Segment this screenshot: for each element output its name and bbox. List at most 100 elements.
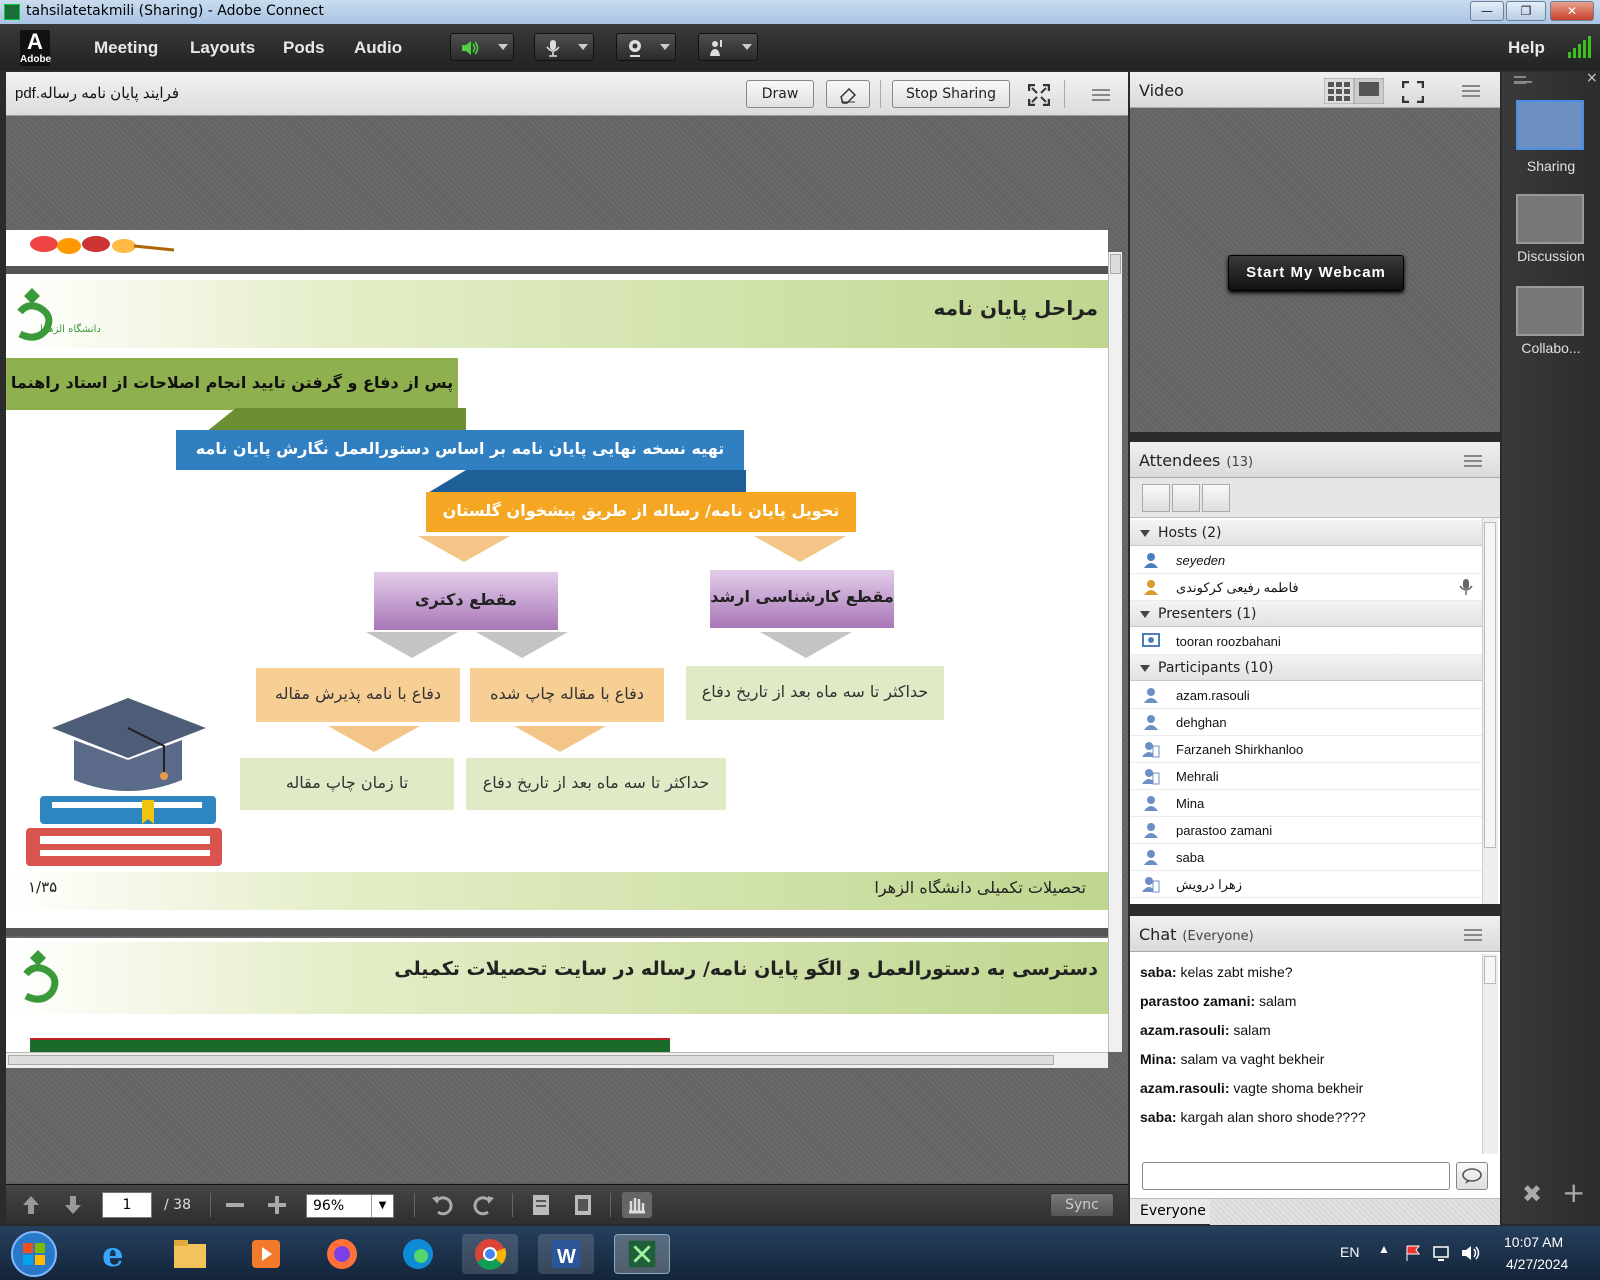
adobe-connect-taskbar-icon[interactable]: [614, 1234, 670, 1274]
video-pod-title: Video: [1139, 81, 1184, 100]
zoom-in-icon[interactable]: [266, 1192, 288, 1218]
rotate-right-icon[interactable]: [472, 1192, 496, 1218]
next-page-icon[interactable]: [62, 1192, 84, 1218]
attendees-pod-header: Attendees (13): [1130, 442, 1500, 478]
sync-button[interactable]: Sync: [1050, 1193, 1114, 1217]
share-vertical-scrollbar[interactable]: [1108, 252, 1122, 1052]
attendee-row[interactable]: زهرا درویش: [1130, 871, 1482, 898]
maximize-button[interactable]: ❐: [1506, 1, 1546, 21]
video-pod-menu-icon[interactable]: [1462, 85, 1480, 97]
camera-button[interactable]: [616, 33, 676, 61]
clock-date[interactable]: 4/27/2024: [1506, 1256, 1568, 1272]
attendee-row[interactable]: dehghan: [1130, 709, 1482, 736]
close-button[interactable]: ✕: [1550, 1, 1594, 21]
chat-scrollbar[interactable]: [1482, 954, 1498, 1154]
clock-time[interactable]: 10:07 AM: [1504, 1234, 1563, 1250]
phd-option2-deadline: حداکثر تا سه ماه بعد از تاریخ دفاع: [466, 758, 726, 810]
share-pod-menu-icon[interactable]: [1092, 89, 1110, 101]
masters-deadline-box: حداکثر تا سه ماه بعد از تاریخ دفاع: [686, 666, 944, 720]
volume-icon[interactable]: [1460, 1244, 1482, 1262]
attendee-row[interactable]: فاطمه رفیعی کرکوندی: [1130, 574, 1482, 601]
network-icon[interactable]: [1432, 1244, 1452, 1262]
slide-current: مراحل پایان نامه دانشگاه الزهرا پس از دف…: [6, 274, 1108, 928]
edge-icon[interactable]: [390, 1234, 446, 1274]
breakout-icon[interactable]: [1172, 484, 1200, 512]
zoom-out-icon[interactable]: [224, 1192, 246, 1218]
host-user-icon: [1144, 580, 1158, 595]
menu-help[interactable]: Help: [1508, 38, 1545, 58]
participant-mobile-icon: [1142, 742, 1160, 758]
tray-expand-icon[interactable]: ▲: [1378, 1242, 1390, 1256]
internet-explorer-icon[interactable]: e: [86, 1234, 142, 1274]
layout-label-discussion[interactable]: Discussion: [1508, 248, 1594, 264]
attendee-row[interactable]: parastoo zamani: [1130, 817, 1482, 844]
fullscreen-icon[interactable]: [1028, 84, 1050, 106]
pointer-button[interactable]: [826, 80, 870, 108]
attendee-row[interactable]: seyeden: [1130, 547, 1482, 574]
slide-footer-text: تحصیلات تکمیلی دانشگاه الزهرا: [874, 878, 1086, 897]
start-webcam-button[interactable]: Start My Webcam: [1228, 255, 1404, 291]
input-language-indicator[interactable]: EN: [1340, 1244, 1359, 1260]
previous-page-icon[interactable]: [20, 1192, 42, 1218]
layout-thumb-sharing[interactable]: [1516, 100, 1584, 150]
menu-meeting[interactable]: Meeting: [94, 38, 158, 58]
file-explorer-icon[interactable]: [162, 1234, 218, 1274]
next-slide-title: دسترسی به دستورالعمل و الگو پایان نامه/ …: [394, 958, 1098, 980]
layout-thumb-collaboration[interactable]: [1516, 286, 1584, 336]
participant-user-icon: [1144, 715, 1158, 730]
attendee-row[interactable]: azam.rasouli: [1130, 682, 1482, 709]
presenters-group-header[interactable]: Presenters (1): [1130, 601, 1482, 627]
stop-sharing-button[interactable]: Stop Sharing: [892, 80, 1010, 108]
menu-pods[interactable]: Pods: [283, 38, 325, 58]
word-icon[interactable]: W: [538, 1234, 594, 1274]
rotate-left-icon[interactable]: [430, 1192, 454, 1218]
fit-width-icon[interactable]: [530, 1192, 552, 1218]
hosts-group-header[interactable]: Hosts (2): [1130, 520, 1482, 546]
chat-send-button[interactable]: [1456, 1162, 1488, 1190]
attendees-scrollbar[interactable]: [1482, 518, 1498, 904]
attendee-row[interactable]: Farzaneh Shirkhanloo: [1130, 736, 1482, 763]
layouts-panel-close-icon[interactable]: ×: [1586, 70, 1598, 86]
share-horizontal-scrollbar[interactable]: [6, 1052, 1108, 1068]
layout-label-collaboration[interactable]: Collabo...: [1508, 340, 1594, 356]
participant-user-icon: [1144, 796, 1158, 811]
attendee-row[interactable]: saba: [1130, 844, 1482, 871]
chat-recipient-selector[interactable]: Everyone: [1130, 1198, 1500, 1225]
layout-label-sharing[interactable]: Sharing: [1508, 158, 1594, 174]
menu-layouts[interactable]: Layouts: [190, 38, 255, 58]
zoom-select[interactable]: 96% ▼: [306, 1194, 394, 1218]
action-center-flag-icon[interactable]: [1404, 1244, 1424, 1262]
draw-button[interactable]: Draw: [746, 80, 814, 108]
video-layout-toggle[interactable]: [1324, 78, 1384, 104]
start-button[interactable]: [10, 1230, 58, 1278]
layout-thumb-discussion[interactable]: [1516, 194, 1584, 244]
hand-tool-icon[interactable]: [622, 1192, 652, 1218]
participant-user-icon: [1144, 688, 1158, 703]
fit-page-icon[interactable]: [572, 1192, 594, 1218]
attendee-row[interactable]: tooran roozbahani: [1130, 628, 1482, 655]
add-layout-icon[interactable]: +: [1562, 1176, 1585, 1209]
layouts-tools-icon[interactable]: ✖: [1522, 1180, 1542, 1208]
page-number-input[interactable]: 1: [102, 1192, 152, 1218]
attendee-row[interactable]: Mina: [1130, 790, 1482, 817]
speaker-button[interactable]: [450, 33, 514, 61]
chat-message: parastoo zamani: salam: [1140, 993, 1297, 1009]
video-fullscreen-icon[interactable]: [1402, 81, 1424, 103]
participants-group-header[interactable]: Participants (10): [1130, 655, 1482, 681]
menu-audio[interactable]: Audio: [354, 38, 402, 58]
minimize-button[interactable]: —: [1470, 1, 1504, 21]
floral-decoration: [30, 236, 175, 254]
user-status-icon[interactable]: [1202, 484, 1230, 512]
attendees-pod-menu-icon[interactable]: [1464, 455, 1482, 467]
chat-message: azam.rasouli: vagte shoma bekheir: [1140, 1080, 1364, 1096]
media-player-icon[interactable]: [238, 1234, 294, 1274]
attendee-row[interactable]: Mehrali: [1130, 763, 1482, 790]
raise-hand-button[interactable]: [698, 33, 758, 61]
microphone-button[interactable]: [534, 33, 594, 61]
list-view-icon[interactable]: [1142, 484, 1170, 512]
chat-message-input[interactable]: [1142, 1162, 1450, 1190]
firefox-icon[interactable]: [314, 1234, 370, 1274]
menu-bar: A Adobe Meeting Layouts Pods Audio Help: [0, 24, 1600, 70]
chat-pod-menu-icon[interactable]: [1464, 929, 1482, 941]
chrome-icon[interactable]: [462, 1234, 518, 1274]
